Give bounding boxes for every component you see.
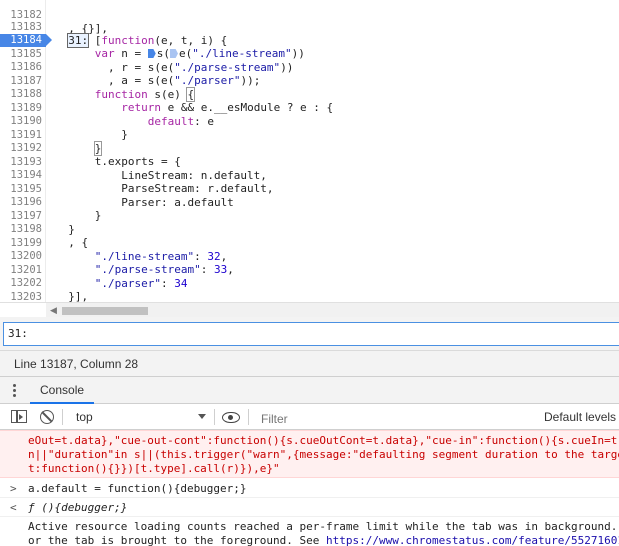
code-line: 13186 , a = s(e("./parser")); (0, 48, 619, 87)
code-line: 13187 function s(e) { (0, 62, 619, 102)
code-line: 13202 }], (0, 264, 619, 302)
goto-line-bar: 31: (0, 317, 619, 351)
context-value: top (76, 410, 93, 424)
toolbar-divider (214, 409, 215, 425)
code-line: 13197 } (0, 197, 619, 236)
error-text-line: t:function(){}})[t.type].call(r)}),e}" (28, 462, 280, 475)
more-tools-icon[interactable] (12, 383, 18, 399)
error-text-line: n||"duration"in s||(this.trigger("warn",… (28, 448, 619, 461)
code-line: 13196 } (0, 183, 619, 222)
code-line: 13200 "./parse-stream": 33, (0, 237, 619, 276)
show-sidebar-icon[interactable] (11, 410, 27, 423)
input-chevron-icon: > (10, 482, 17, 495)
console-messages[interactable]: eOut=t.data},"cue-out-cont":function(){s… (0, 430, 619, 546)
live-expression-eye-icon[interactable] (222, 412, 240, 423)
console-toolbar: top Default levels (0, 404, 619, 430)
gutter-footer (0, 302, 46, 317)
toolbar-divider (248, 409, 249, 425)
code-line: 13192 t.exports = { (0, 129, 619, 168)
info-text: or the tab is brought to the foreground.… (28, 534, 327, 546)
code-line: 13204 (0, 291, 619, 302)
code-line: 13189 default: e (0, 89, 619, 128)
code-line: 13183 31: [function(e, t, i) { (0, 8, 619, 48)
drawer-tabbar: Console (0, 377, 619, 404)
scrollbar-thumb[interactable] (62, 307, 148, 315)
console-filter-input[interactable] (254, 407, 530, 427)
code-line: 13198 , { (0, 210, 619, 249)
code-line: 13191 } (0, 116, 619, 156)
result-chevron-icon: < (10, 501, 17, 514)
tab-console[interactable]: Console (30, 377, 95, 404)
horizontal-scrollbar[interactable]: ◀ (46, 302, 619, 317)
cursor-position: Line 13187, Column 28 (14, 357, 139, 371)
code-line: 13203 32: [function(e, t, i) { (0, 278, 619, 302)
info-text-line: Active resource loading counts reached a… (28, 520, 618, 533)
code-line: 13194 ParseStream: r.default, (0, 156, 619, 195)
goto-line-input[interactable]: 31: (3, 322, 619, 346)
toolbar-divider (62, 409, 63, 425)
input-expression[interactable]: a.default = function(){debugger;} (28, 482, 247, 495)
chevron-down-icon (198, 414, 206, 419)
info-text-line: or the tab is brought to the foreground.… (28, 534, 619, 546)
code-line: 13201 "./parser": 34 (0, 251, 619, 290)
code-line-active: 13184 var n = s(e("./line-stream")) (0, 21, 619, 60)
code-line: 13199 "./line-stream": 32, (0, 224, 619, 263)
console-result-entry: < ƒ (){debugger;} (0, 498, 619, 517)
error-text-line: eOut=t.data},"cue-out-cont":function(){s… (28, 434, 619, 447)
chromestatus-link[interactable]: https://www.chromestatus.com/feature/552… (326, 534, 619, 546)
log-levels-dropdown[interactable]: Default levels (544, 410, 616, 424)
result-value[interactable]: ƒ (){debugger;} (28, 501, 127, 514)
scroll-left-icon[interactable]: ◀ (50, 305, 57, 316)
console-input-entry: > a.default = function(){debugger;} (0, 478, 619, 498)
code-line: 13193 LineStream: n.default, (0, 143, 619, 182)
code-line: 13190 } (0, 102, 619, 141)
source-editor[interactable]: 13182 , {}], 13183 31: [function(e, t, i… (0, 0, 619, 302)
execution-context-select[interactable]: top (68, 407, 210, 427)
code-line: 13188 return e && e.__esModule ? e : { (0, 75, 619, 114)
console-error-message: eOut=t.data},"cue-out-cont":function(){s… (0, 430, 619, 478)
clear-console-icon[interactable] (40, 410, 54, 424)
code-line: 13185 , r = s(e("./parse-stream")) (0, 35, 619, 74)
console-info-message: Active resource loading counts reached a… (0, 517, 619, 546)
editor-status-bar: Line 13187, Column 28 (0, 351, 619, 377)
code-line: 13195 Parser: a.default (0, 170, 619, 209)
